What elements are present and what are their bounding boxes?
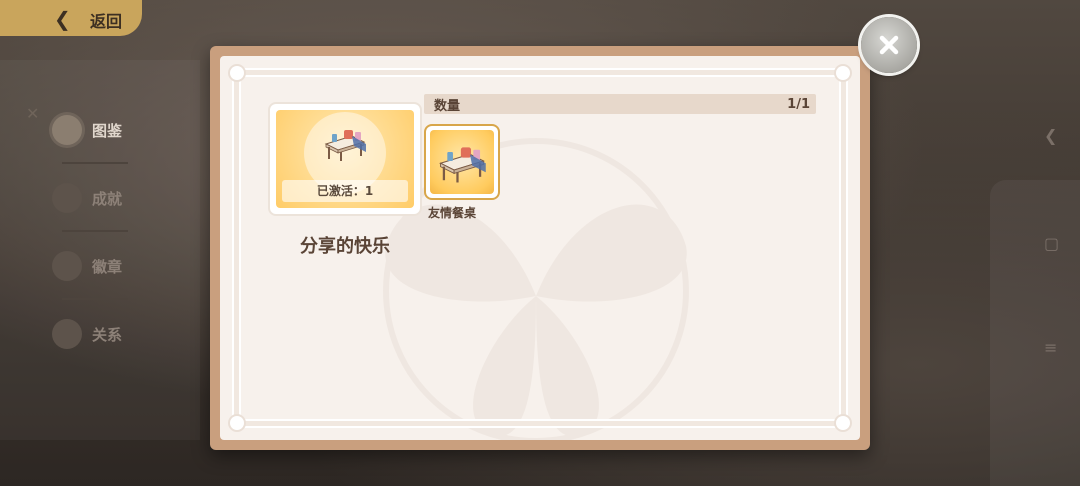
close-icon	[879, 35, 899, 55]
chevron-left-icon[interactable]: ❮	[1044, 126, 1057, 145]
sidebar-collapse-icon[interactable]: ✕	[26, 104, 39, 123]
sidebar-item-badges[interactable]: 徽章	[48, 232, 168, 300]
menu-icon[interactable]: ≡	[1044, 338, 1057, 357]
quantity-header: 数量 1/1	[424, 94, 816, 114]
sidebar-item-label: 成就	[92, 189, 123, 208]
item-slot-art	[430, 130, 494, 194]
close-button[interactable]	[861, 17, 917, 73]
item-slot[interactable]	[426, 126, 498, 198]
corner-ornament	[224, 60, 250, 86]
dining-table-icon	[324, 130, 366, 161]
collection-title: 分享的快乐	[300, 236, 390, 257]
chevron-left-icon: ❮	[54, 7, 71, 31]
back-label: 返回	[90, 12, 123, 31]
collection-card-art: 已激活：1	[276, 110, 414, 208]
sidebar-item-collection[interactable]: 图鉴	[48, 96, 168, 164]
back-button[interactable]: ❮ 返回	[0, 0, 142, 36]
sidebar-item-label: 图鉴	[92, 121, 123, 140]
sidebar-item-label: 关系	[92, 325, 123, 344]
sidebar-item-label: 徽章	[92, 257, 123, 276]
badge-icon	[52, 251, 82, 281]
square-icon[interactable]: ▢	[1044, 234, 1059, 253]
corner-ornament	[830, 410, 856, 436]
sidebar-item-achievements[interactable]: 成就	[48, 164, 168, 232]
sidebar-item-relations[interactable]: 关系	[48, 300, 168, 368]
relation-icon	[52, 319, 82, 349]
collection-detail-modal: 已激活：1 分享的快乐 数量 1/1 友情餐桌	[210, 46, 870, 450]
corner-ornament	[830, 60, 856, 86]
quantity-label: 数量	[434, 98, 461, 114]
collection-card: 已激活：1	[270, 104, 420, 214]
modal-panel: 已激活：1 分享的快乐 数量 1/1 友情餐桌	[220, 56, 860, 440]
background-right-panel	[990, 180, 1080, 486]
sidebar: 图鉴 成就 徽章 关系	[48, 96, 168, 368]
quantity-value: 1/1	[787, 96, 810, 112]
achievement-icon	[52, 183, 82, 213]
collection-icon	[52, 115, 82, 145]
corner-ornament	[224, 410, 250, 436]
item-name: 友情餐桌	[427, 206, 476, 220]
activation-status: 已激活：1	[282, 180, 408, 202]
dining-table-icon	[439, 147, 486, 183]
